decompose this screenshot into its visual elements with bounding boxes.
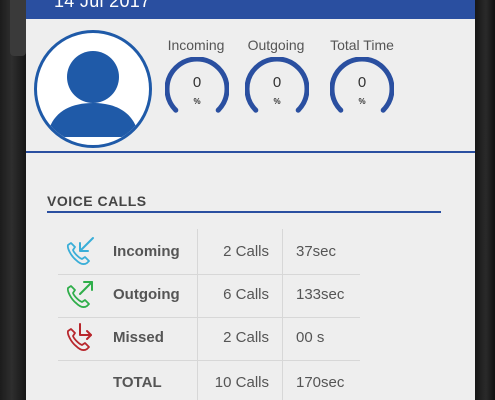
call-count: 6 Calls: [223, 286, 269, 303]
call-duration: 37sec: [296, 243, 337, 260]
table-row-total: TOTAL 10 Calls 170sec: [26, 362, 475, 400]
outgoing-call-icon: [62, 278, 96, 312]
phone-side-button: [10, 0, 26, 56]
call-type-label: Outgoing: [113, 286, 180, 303]
voice-calls-title: VOICE CALLS: [47, 193, 147, 209]
total-label: TOTAL: [113, 374, 162, 391]
phone-bezel-right: [475, 0, 495, 400]
table-row-outgoing[interactable]: Outgoing 6 Calls 133sec: [26, 274, 475, 317]
header-divider: [26, 151, 475, 153]
outgoing-percent-value: 0: [272, 74, 282, 91]
stat-label-total-time: Total Time: [330, 37, 394, 53]
total-count: 10 Calls: [214, 374, 269, 391]
stat-label-outgoing: Outgoing: [247, 37, 305, 53]
call-duration: 00 s: [296, 329, 325, 346]
stat-label-incoming: Incoming: [167, 37, 225, 53]
outgoing-percent-unit: %: [273, 97, 281, 106]
table-row-missed[interactable]: Missed 2 Calls 00 s: [26, 317, 475, 360]
total-time-percent-unit: %: [358, 97, 366, 106]
call-count: 2 Calls: [223, 329, 269, 346]
total-time-gauge: 0 %: [329, 56, 395, 121]
app-screen: 14 Jul 2017 Incoming Outgoing Total Time…: [26, 0, 475, 400]
missed-call-icon: [62, 321, 96, 355]
avatar[interactable]: [34, 30, 152, 148]
call-count: 2 Calls: [223, 243, 269, 260]
total-time-percent-value: 0: [357, 74, 367, 91]
outgoing-gauge: 0 %: [244, 56, 310, 121]
table-divider: [58, 360, 360, 361]
call-duration: 133sec: [296, 286, 345, 303]
total-duration: 170sec: [296, 374, 345, 391]
voice-calls-divider: [47, 211, 441, 213]
date-label: 14 Jul 2017: [54, 0, 151, 11]
incoming-percent-unit: %: [193, 97, 201, 106]
incoming-percent-value: 0: [192, 74, 202, 91]
table-row-incoming[interactable]: Incoming 2 Calls 37sec: [26, 231, 475, 274]
app-bar: 14 Jul 2017: [26, 0, 475, 19]
user-silhouette-icon: [47, 51, 139, 137]
call-type-label: Missed: [113, 329, 164, 346]
incoming-gauge: 0 %: [164, 56, 230, 121]
phone-bezel-left: [0, 0, 26, 400]
incoming-call-icon: [62, 235, 96, 269]
call-type-label: Incoming: [113, 243, 180, 260]
